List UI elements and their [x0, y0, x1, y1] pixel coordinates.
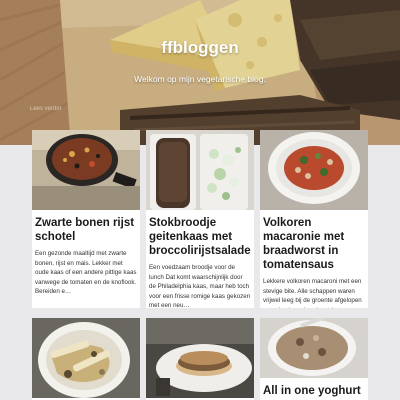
sandwich-plate-image [146, 318, 254, 398]
macaroni-plate-image [260, 130, 368, 210]
baguette-and-broccoli-salad-image [146, 130, 254, 210]
pasta-plate-image [32, 318, 140, 398]
post-card[interactable] [32, 318, 140, 400]
post-thumbnail[interactable] [32, 130, 140, 210]
post-thumbnail[interactable] [260, 130, 368, 210]
post-thumbnail[interactable] [146, 130, 254, 210]
post-title[interactable]: All in one yoghurt [260, 378, 368, 398]
post-card[interactable]: All in one yoghurt [260, 318, 368, 400]
header-background-image [0, 0, 400, 145]
site-title[interactable]: ffbloggen [0, 38, 400, 58]
post-card[interactable]: Zwarte bonen rijst schotel Een gezonde m… [32, 130, 140, 308]
post-title[interactable]: Zwarte bonen rijst schotel [32, 210, 140, 244]
post-thumbnail[interactable] [32, 318, 140, 398]
post-title[interactable]: Volkoren macaronie met braadworst in tom… [260, 210, 368, 272]
post-excerpt: Een voedzaam broodje voor de lunch Dat k… [149, 264, 251, 308]
black-bean-rice-pan-image [32, 130, 140, 210]
post-card[interactable]: Volkoren macaronie met braadworst in tom… [260, 130, 368, 308]
post-card[interactable]: Stokbroodje geitenkaas met broccolirijst… [146, 130, 254, 308]
post-card[interactable] [146, 318, 254, 400]
post-thumbnail[interactable] [146, 318, 254, 398]
post-thumbnail[interactable] [260, 318, 368, 378]
site-tagline: Welkom op mijn vegetarische blog. [134, 74, 266, 84]
site-header: ffbloggen Welkom op mijn vegetarische bl… [0, 0, 400, 145]
yoghurt-bowl-image [260, 318, 368, 378]
post-excerpt: Een gezonde maaltijd met zwarte bonen, r… [35, 250, 137, 296]
faded-header-link[interactable]: Lees verder [30, 106, 62, 112]
post-title[interactable]: Stokbroodje geitenkaas met broccolirijst… [146, 210, 254, 258]
post-excerpt: Lekkere volkoren macaroni met een stevig… [263, 278, 362, 308]
